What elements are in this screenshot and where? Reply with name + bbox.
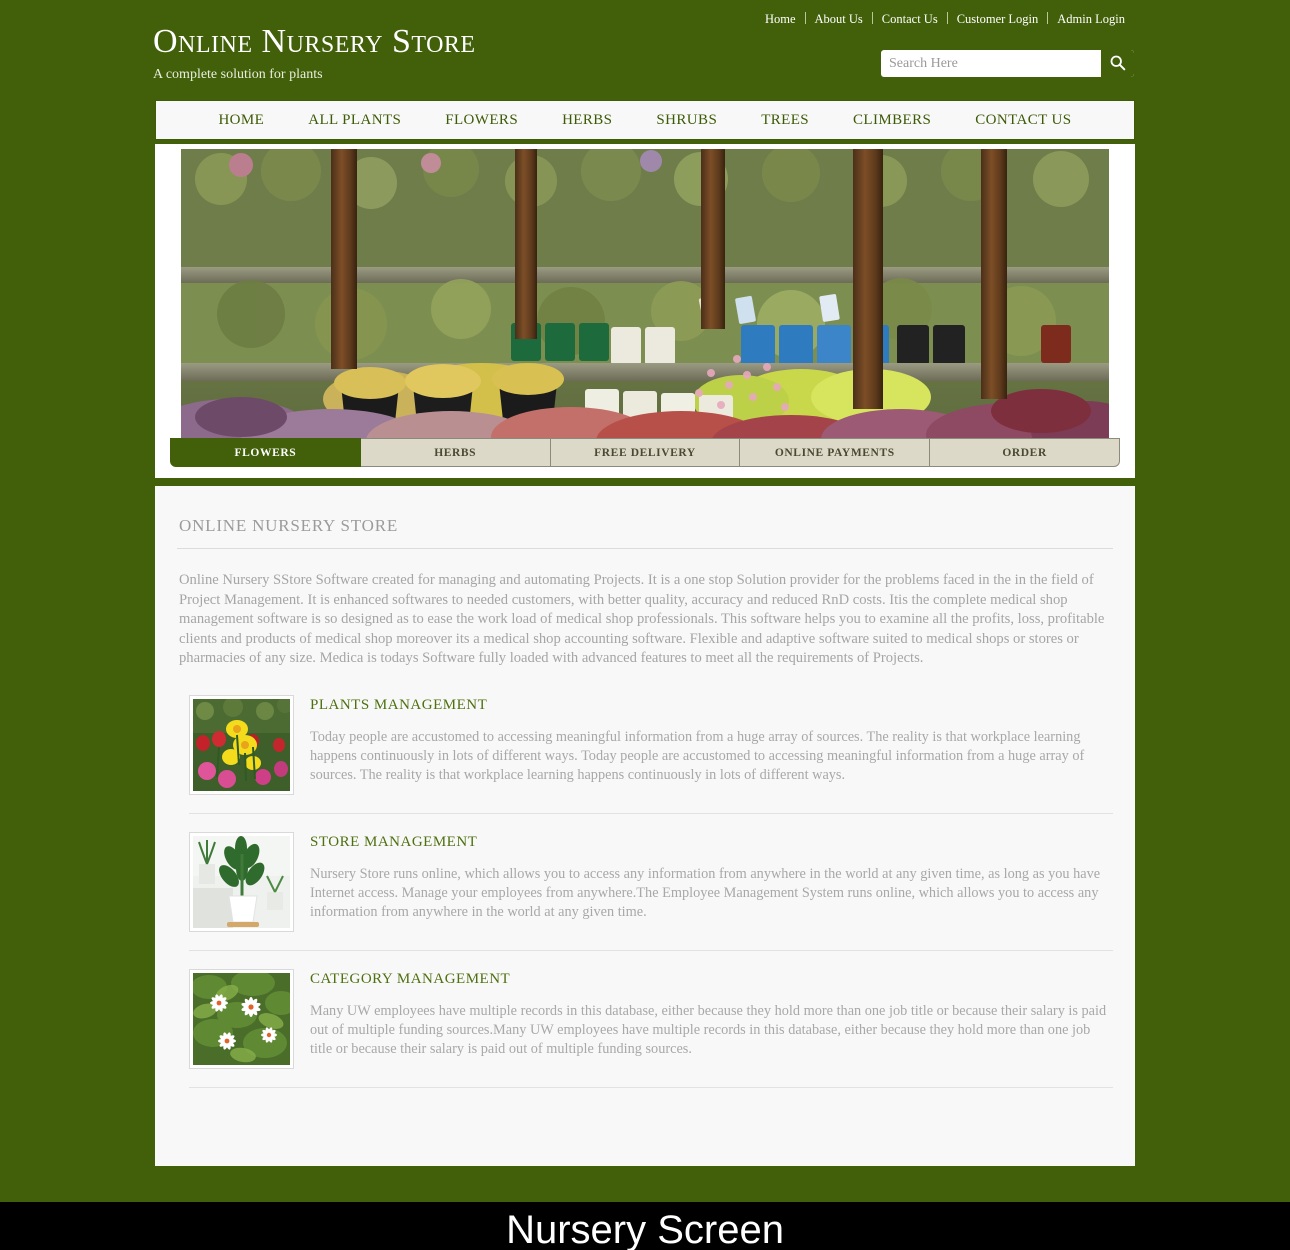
page-root: Online Nursery Store A complete solution…	[0, 0, 1290, 1250]
feature-divider	[189, 949, 1113, 951]
feature-text-plants-management: Today people are accustomed to accessing…	[310, 728, 1085, 783]
site-header: Online Nursery Store A complete solution…	[0, 0, 1290, 100]
banner-tabs: FLOWERS HERBS FREE DELIVERY ONLINE PAYME…	[170, 438, 1120, 467]
category-management-thumbnail	[189, 968, 294, 1069]
intro-paragraph: Online Nursery SStore Software created f…	[179, 572, 1105, 666]
feature-item: CATEGORY MANAGEMENT Many UW employees ha…	[177, 968, 1113, 1069]
feature-body: CATEGORY MANAGEMENT Many UW employees ha…	[310, 969, 1113, 1060]
nav-item-herbs[interactable]: HERBS	[540, 112, 634, 129]
toplink-admin-login[interactable]: Admin Login	[1048, 12, 1134, 26]
tab-order[interactable]: ORDER	[930, 438, 1120, 467]
banner-section: FLOWERS HERBS FREE DELIVERY ONLINE PAYME…	[155, 144, 1135, 478]
site-title: Online Nursery Store	[153, 23, 476, 60]
title-divider	[177, 548, 1113, 549]
tab-online-payments[interactable]: ONLINE PAYMENTS	[740, 438, 931, 467]
feature-title-category-management: CATEGORY MANAGEMENT	[310, 970, 511, 987]
tab-free-delivery[interactable]: FREE DELIVERY	[550, 438, 741, 467]
tab-flowers[interactable]: FLOWERS	[170, 438, 361, 467]
search-bar	[881, 50, 1134, 77]
feature-title-plants-management: PLANTS MANAGEMENT	[310, 696, 488, 713]
screen-caption-bar: Nursery Screen	[0, 1201, 1290, 1250]
feature-text-store-management: Nursery Store runs online, which allows …	[310, 865, 1101, 920]
tab-herbs[interactable]: HERBS	[360, 438, 551, 467]
page-title: ONLINE NURSERY STORE	[179, 516, 399, 535]
feature-item: PLANTS MANAGEMENT Today people are accus…	[177, 694, 1113, 795]
nav-item-climbers[interactable]: CLIMBERS	[831, 112, 953, 129]
nav-item-trees[interactable]: TREES	[739, 112, 831, 129]
toplink-contact-us[interactable]: Contact Us	[873, 12, 947, 26]
nav-item-contact-us[interactable]: CONTACT US	[953, 112, 1093, 129]
toplink-about-us[interactable]: About Us	[806, 12, 872, 26]
toplink-home[interactable]: Home	[765, 12, 805, 26]
nav-item-flowers[interactable]: FLOWERS	[423, 112, 540, 129]
feature-title-store-management: STORE MANAGEMENT	[310, 833, 478, 850]
screen-caption: Nursery Screen	[506, 1207, 784, 1250]
feature-item: STORE MANAGEMENT Nursery Store runs onli…	[177, 831, 1113, 932]
search-icon	[1109, 54, 1126, 74]
feature-divider	[189, 812, 1113, 814]
top-utility-nav: Home About Us Contact Us Customer Login Admi…	[765, 12, 1134, 27]
store-management-thumbnail	[189, 831, 294, 932]
brand: Online Nursery Store A complete solution…	[153, 22, 476, 84]
main-nav: HOME ALL PLANTS FLOWERS HERBS SHRUBS TRE…	[155, 100, 1135, 140]
feature-divider	[189, 1086, 1113, 1088]
feature-text-category-management: Many UW employees have multiple records …	[310, 1002, 1107, 1057]
search-button[interactable]	[1101, 50, 1134, 77]
footer-green-strip	[0, 1165, 1290, 1202]
feature-body: PLANTS MANAGEMENT Today people are accus…	[310, 695, 1113, 786]
plants-management-thumbnail	[189, 694, 294, 795]
content-panel: ONLINE NURSERY STORE Online Nursery SSto…	[155, 486, 1135, 1166]
nav-item-home[interactable]: HOME	[196, 112, 286, 129]
banner-image	[181, 149, 1109, 449]
toplink-customer-login[interactable]: Customer Login	[948, 12, 1048, 26]
nav-item-shrubs[interactable]: SHRUBS	[634, 112, 739, 129]
search-input[interactable]	[881, 50, 1101, 77]
nav-item-all-plants[interactable]: ALL PLANTS	[286, 112, 423, 129]
feature-body: STORE MANAGEMENT Nursery Store runs onli…	[310, 832, 1113, 923]
site-tagline: A complete solution for plants	[153, 67, 323, 82]
